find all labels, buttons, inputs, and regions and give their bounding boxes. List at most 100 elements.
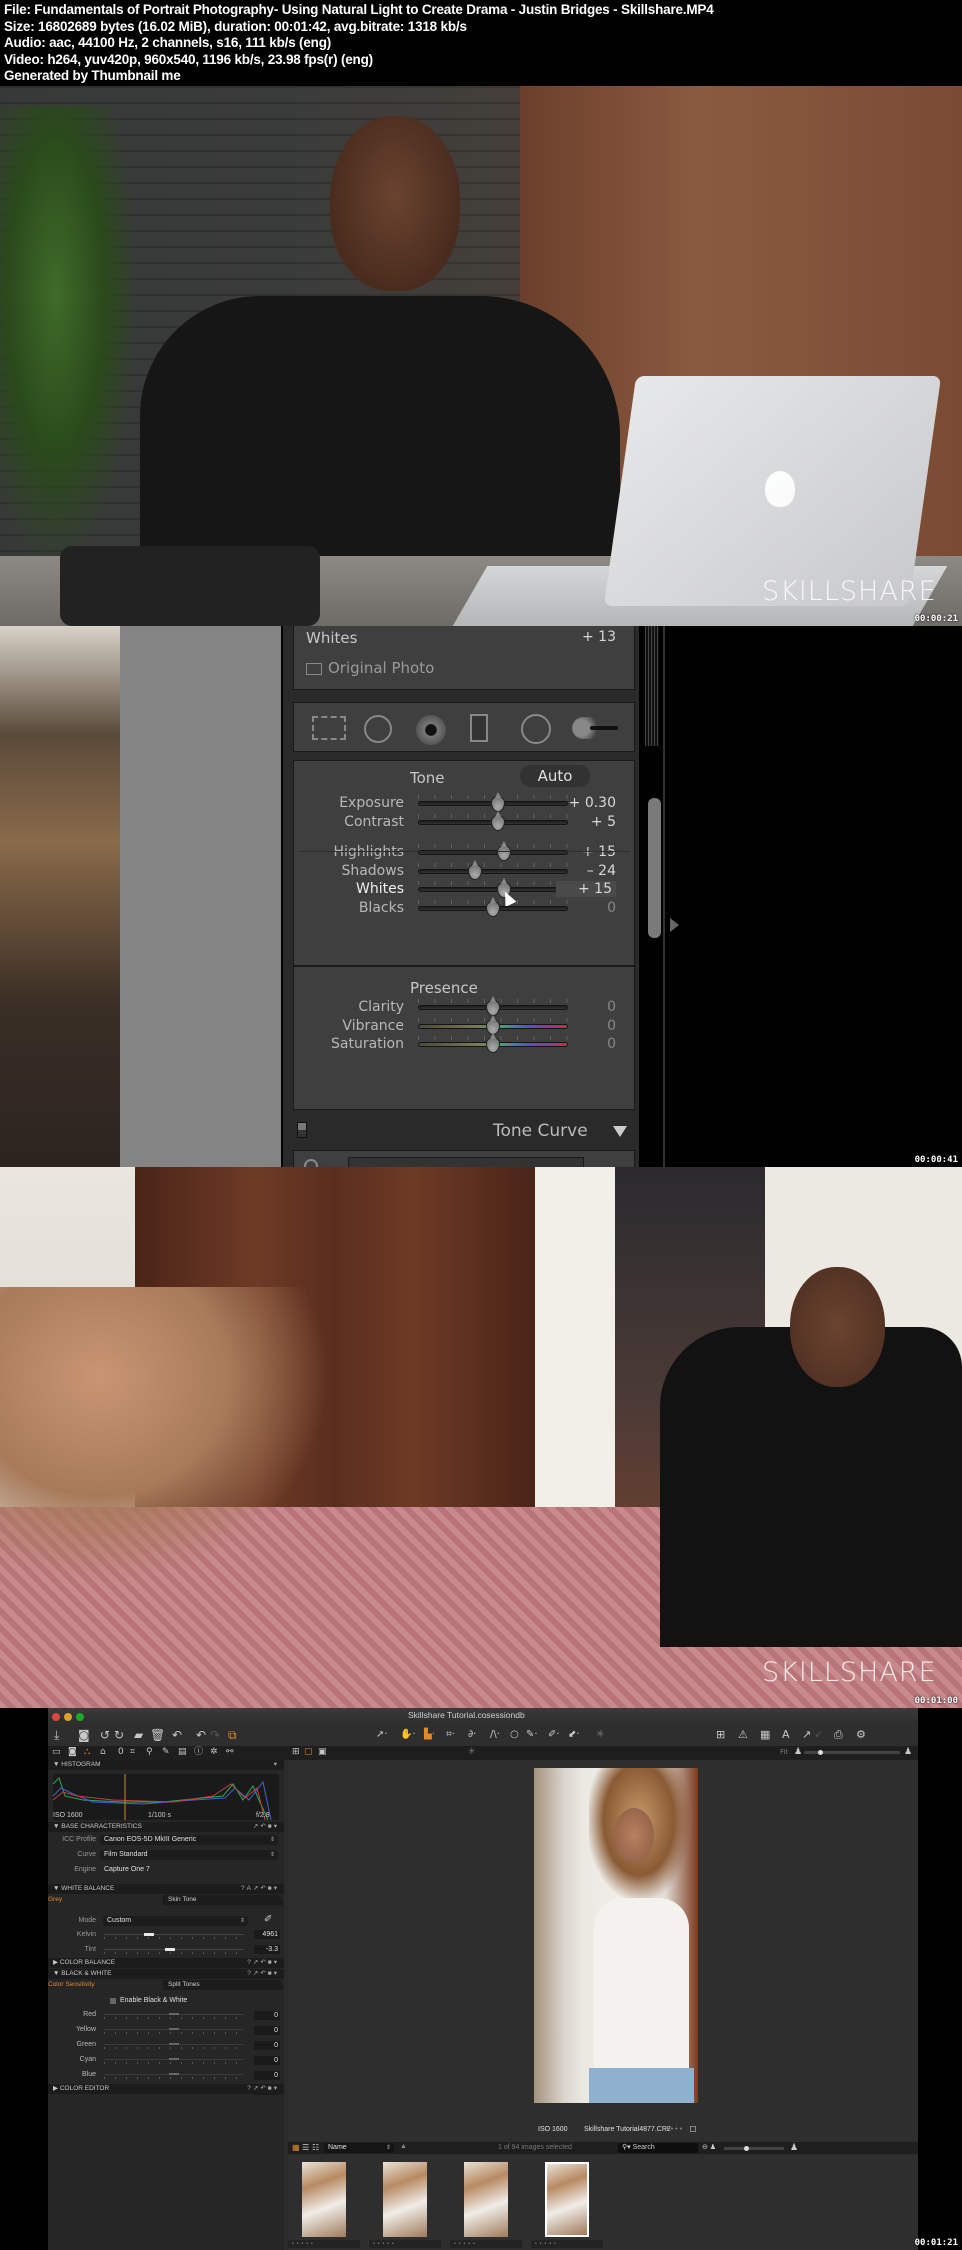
slider-value[interactable]: + 0.30 [556, 795, 616, 811]
brush-icon[interactable]: ✎· [526, 1728, 538, 1742]
red-eye-icon[interactable] [416, 715, 446, 745]
close-window-button[interactable] [52, 1713, 60, 1721]
adjustments-tab-icon[interactable]: ✲ [210, 1746, 218, 1758]
reset-adjustments-icon[interactable]: ↶ [172, 1728, 182, 1742]
bw-tab-split-tones[interactable]: Split Tones [163, 1980, 283, 1990]
spot-removal-icon[interactable]: ○ [510, 1728, 519, 1742]
print-icon[interactable]: ⎙ [834, 1728, 843, 1742]
target-adjust-icon[interactable] [304, 1159, 318, 1167]
slider-value[interactable]: 0 [556, 1018, 616, 1034]
single-view-icon[interactable]: ▢ [304, 1746, 313, 1758]
kelvin-slider[interactable] [104, 1932, 244, 1940]
enable-bw-checkbox[interactable] [110, 1998, 116, 2004]
sort-dropdown[interactable]: Name ⇕ [324, 2143, 394, 2153]
adjustment-brush-icon[interactable] [572, 717, 620, 739]
color-editor-header[interactable]: ▶ COLOR EDITOR ?↗↶■▾ [48, 2084, 284, 2094]
expand-panel-arrow-icon[interactable] [670, 918, 679, 932]
histogram-header[interactable]: ▼ HISTOGRAM ▾ [48, 1760, 284, 1770]
thumbnail-image[interactable] [383, 2162, 427, 2237]
rotate-right-icon[interactable]: ↻ [114, 1728, 124, 1742]
thumbnail-rating[interactable]: ••••• [450, 2240, 522, 2248]
tint-slider[interactable] [104, 1947, 244, 1955]
slider-thumb[interactable] [486, 896, 500, 917]
slider-track[interactable] [418, 868, 568, 874]
white-balance-header[interactable]: ▼ WHITE BALANCE ?A↗↶■▾ [48, 1884, 284, 1894]
slider-value[interactable]: + 15 [556, 844, 616, 860]
settings-gear-icon[interactable]: ⚙ [856, 1728, 866, 1742]
redo-icon[interactable]: ↷ [210, 1728, 220, 1742]
color-tag-icon[interactable] [690, 2126, 696, 2132]
slider-track[interactable] [418, 887, 568, 892]
slider-thumb[interactable] [143, 1933, 154, 1936]
slider-thumb[interactable] [169, 2058, 179, 2060]
list-view-icon[interactable]: ☰ [302, 2143, 309, 2152]
tone-curve-graph[interactable] [348, 1157, 584, 1167]
import-icon[interactable]: ⤓ [54, 1728, 59, 1742]
select-cursor-icon[interactable]: ➚· [376, 1728, 388, 1742]
eyedropper-icon[interactable]: ✐ [264, 1914, 272, 1925]
bw-slider[interactable] [104, 2057, 244, 2065]
viewer-zoom-slider[interactable] [804, 1750, 900, 1755]
main-preview-image[interactable] [534, 1768, 698, 2103]
picker-icon[interactable]: ✐· [548, 1728, 560, 1742]
slider-value[interactable]: – 24 [556, 863, 616, 879]
curve-dropdown[interactable]: Film Standard ⇕ [100, 1850, 278, 1860]
details-tab-icon[interactable]: ⚲ [146, 1746, 153, 1758]
thumbnail-item[interactable]: ••••• [288, 2162, 360, 2248]
composition-tab-icon[interactable]: ⌗ [130, 1746, 135, 1758]
keystone-icon[interactable]: /\· [490, 1728, 500, 1742]
proof-grid-icon[interactable]: ⊞ [716, 1728, 725, 1742]
slider-value[interactable]: 0 [556, 900, 616, 916]
thumbnail-item[interactable]: ••••• [369, 2162, 441, 2248]
tint-value[interactable]: -3.3 [254, 1945, 280, 1954]
library-tab-icon[interactable]: ▭ [52, 1746, 61, 1758]
collapse-triangle-icon[interactable] [613, 1126, 627, 1137]
bw-slider[interactable] [104, 2012, 244, 2020]
slider-thumb[interactable] [169, 2013, 179, 2015]
bw-slider[interactable] [104, 2072, 244, 2080]
minimize-window-button[interactable] [64, 1713, 72, 1721]
wb-mode-dropdown[interactable]: Custom ⇕ [103, 1916, 248, 1926]
grid-icon[interactable]: ▦ [760, 1728, 770, 1742]
loupe-icon[interactable]: ▙· [424, 1728, 435, 1742]
exposure-tab-icon[interactable]: ⌂ [100, 1746, 106, 1758]
graduated-filter-icon[interactable] [470, 714, 488, 742]
slider-thumb[interactable] [496, 841, 511, 861]
tone-curve-header[interactable]: Tone Curve [293, 1114, 635, 1148]
slider-value[interactable]: + 15 [556, 881, 616, 897]
bw-row-value[interactable]: 0 [254, 2041, 280, 2050]
bw-row-value[interactable]: 0 [254, 2071, 280, 2080]
metadata-tab-icon[interactable]: ⓘ [194, 1746, 203, 1758]
copy-adjustments-icon[interactable]: ↗ [802, 1728, 811, 1742]
slider-thumb[interactable] [169, 2073, 179, 2075]
filmstrip-view-icon[interactable]: ☷ [312, 2143, 319, 2152]
bw-slider[interactable] [104, 2027, 244, 2035]
exposure-warning-icon[interactable]: ⚠ [738, 1728, 748, 1742]
slider-track[interactable] [104, 1934, 244, 1935]
thumbnail-item[interactable]: ••••• [531, 2162, 603, 2248]
black-white-header[interactable]: ▼ BLACK & WHITE ?↗↶■▾ [48, 1969, 284, 1979]
thumbnail-image[interactable] [464, 2162, 508, 2237]
browser-toggle-icon[interactable]: ▣ [318, 1746, 327, 1758]
thumbnail-image[interactable] [545, 2162, 589, 2237]
slider-thumb[interactable] [169, 2028, 179, 2030]
crop-overlay-icon[interactable] [312, 716, 346, 740]
text-overlay-icon[interactable]: A [782, 1728, 790, 1742]
lens-tab-icon[interactable]: 0 [118, 1746, 124, 1758]
zoom-window-button[interactable] [76, 1713, 84, 1721]
kelvin-value[interactable]: 4961 [254, 1930, 280, 1939]
thumbnail-image[interactable] [302, 2162, 346, 2237]
thumbnail-view-icon[interactable]: ▦ [292, 2143, 300, 2152]
bw-tab-color-sensitivity[interactable]: Color Sensitivity [48, 1980, 95, 1990]
slider-thumb[interactable] [486, 1033, 500, 1053]
local-adjustments-tab-icon[interactable]: ✎ [162, 1746, 170, 1758]
spot-removal-icon[interactable] [364, 715, 392, 743]
color-tab-icon[interactable]: ⛬ [84, 1746, 90, 1758]
thumbnail-rating[interactable]: ••••• [288, 2240, 360, 2248]
panel-toggle-switch[interactable] [297, 1122, 307, 1138]
bw-row-value[interactable]: 0 [254, 2056, 280, 2065]
thumbnail-rating[interactable]: ••••• [531, 2240, 603, 2248]
search-input[interactable]: ⚲▾ Search [618, 2143, 698, 2153]
variants-icon[interactable]: ⧉ [228, 1728, 237, 1742]
viewer-rating[interactable]: • • • • • [662, 2126, 682, 2133]
